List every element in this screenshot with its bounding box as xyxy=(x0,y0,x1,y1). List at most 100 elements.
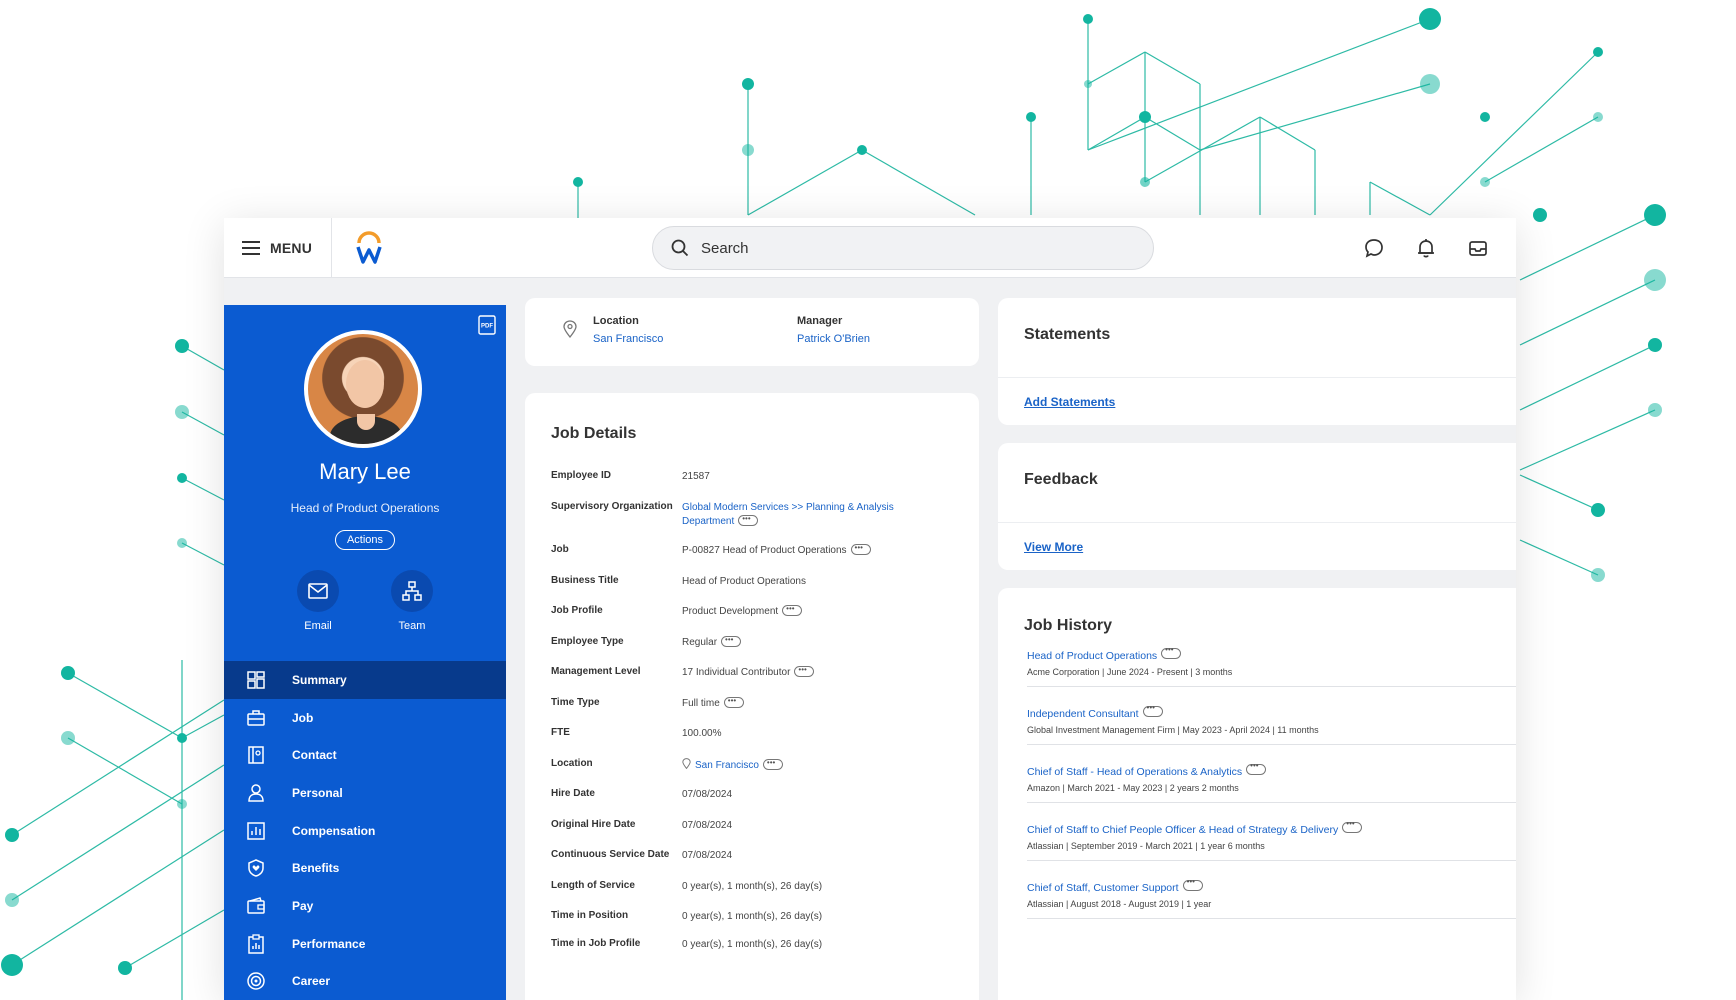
detail-key: FTE xyxy=(551,727,570,738)
detail-value: 07/08/2024 xyxy=(682,820,733,831)
detail-row-time-in-position: Time in Position 0 year(s), 1 month(s), … xyxy=(551,910,971,924)
location-pin-icon xyxy=(682,758,691,770)
related-actions-icon[interactable] xyxy=(1182,877,1203,892)
location-pin-icon xyxy=(563,320,577,338)
nav-label: Performance xyxy=(292,936,366,951)
briefcase-icon xyxy=(247,709,265,726)
nav-item-personal[interactable]: Personal xyxy=(224,774,506,812)
nav-label: Personal xyxy=(292,785,343,800)
detail-value: Full time xyxy=(682,698,720,709)
nav-label: Summary xyxy=(292,672,347,687)
history-item: Head of Product Operations Acme Corporat… xyxy=(1027,645,1507,677)
hamburger-icon xyxy=(242,241,260,255)
detail-row-original-hire-date: Original Hire Date 07/08/2024 xyxy=(551,819,971,833)
location-detail-link[interactable]: San Francisco xyxy=(695,760,759,771)
search-icon xyxy=(671,239,689,257)
nav-item-compensation[interactable]: Compensation xyxy=(224,812,506,850)
nav-item-pay[interactable]: Pay xyxy=(224,887,506,925)
detail-value: 07/08/2024 xyxy=(682,850,733,861)
detail-value: 21587 xyxy=(682,471,710,482)
view-more-link[interactable]: View More xyxy=(1024,540,1083,554)
nav-label: Pay xyxy=(292,898,314,913)
email-label: Email xyxy=(304,620,332,632)
related-actions-icon[interactable] xyxy=(1161,645,1182,660)
profile-nav: Summary Job Contact Personal Compensatio… xyxy=(224,661,506,1000)
related-actions-icon[interactable] xyxy=(782,602,803,616)
detail-row-time-type: Time Type Full time xyxy=(551,694,971,711)
related-actions-icon[interactable] xyxy=(723,694,744,708)
history-item: Chief of Staff - Head of Operations & An… xyxy=(1027,761,1507,793)
detail-row-hire-date: Hire Date 07/08/2024 xyxy=(551,788,971,802)
divider xyxy=(1027,686,1516,687)
detail-key: Hire Date xyxy=(551,788,595,799)
related-actions-icon[interactable] xyxy=(1342,819,1363,834)
nav-label: Career xyxy=(292,974,331,989)
history-title-link[interactable]: Chief of Staff, Customer Support xyxy=(1027,882,1179,894)
related-actions-icon[interactable] xyxy=(850,541,871,555)
history-title-link[interactable]: Head of Product Operations xyxy=(1027,650,1157,662)
detail-row-employee-type: Employee Type Regular xyxy=(551,633,971,650)
detail-row-fte: FTE 100.00% xyxy=(551,727,971,741)
chat-icon[interactable] xyxy=(1362,236,1386,260)
related-actions-icon[interactable] xyxy=(1246,761,1267,776)
divider xyxy=(1027,918,1516,919)
topbar-divider xyxy=(331,218,332,278)
supervisory-org-link[interactable]: Global Modern Services >> Planning & Ana… xyxy=(682,502,894,527)
svg-text:PDF: PDF xyxy=(481,324,493,330)
nav-item-job[interactable]: Job xyxy=(224,699,506,737)
team-label: Team xyxy=(398,620,426,632)
person-icon xyxy=(248,784,264,802)
team-quick-action[interactable]: Team xyxy=(377,570,447,632)
target-icon xyxy=(247,972,265,991)
search-placeholder: Search xyxy=(701,239,749,257)
profile-sidebar: PDF Mary Lee Head of Product Operations … xyxy=(224,305,506,1000)
detail-row-supervisory-org: Supervisory Organization Global Modern S… xyxy=(551,501,971,529)
nav-item-career[interactable]: Career xyxy=(224,963,506,1000)
email-quick-action[interactable]: Email xyxy=(283,570,353,632)
inbox-icon[interactable] xyxy=(1466,236,1490,260)
history-subtitle: Amazon | March 2021 - May 2023 | 2 years… xyxy=(1027,783,1239,793)
top-bar: MENU Search xyxy=(224,218,1516,278)
grid-icon xyxy=(247,671,265,689)
location-link[interactable]: San Francisco xyxy=(593,333,663,345)
add-statements-link[interactable]: Add Statements xyxy=(1024,395,1115,409)
nav-item-benefits[interactable]: Benefits xyxy=(224,849,506,887)
detail-key: Time in Job Profile xyxy=(551,938,641,949)
nav-item-contact[interactable]: Contact xyxy=(224,736,506,774)
related-actions-icon[interactable] xyxy=(1142,703,1163,718)
feedback-heading: Feedback xyxy=(1024,471,1098,488)
workday-logo-icon[interactable] xyxy=(354,231,384,265)
detail-key: Original Hire Date xyxy=(551,819,636,830)
statements-card: Statements Add Statements xyxy=(998,298,1516,425)
menu-button[interactable]: MENU xyxy=(242,236,312,260)
topbar-icons xyxy=(1362,236,1490,260)
actions-button[interactable]: Actions xyxy=(335,530,395,550)
history-title-link[interactable]: Independent Consultant xyxy=(1027,708,1139,720)
bar-chart-icon xyxy=(247,821,265,840)
related-actions-icon[interactable] xyxy=(762,756,783,770)
nav-item-performance[interactable]: Performance xyxy=(224,925,506,963)
history-subtitle: Acme Corporation | June 2024 - Present |… xyxy=(1027,667,1233,677)
detail-value: 07/08/2024 xyxy=(682,789,733,800)
pdf-export-icon[interactable]: PDF xyxy=(478,315,496,335)
detail-row-job-profile: Job Profile Product Development xyxy=(551,602,971,619)
contact-book-icon xyxy=(248,746,264,764)
detail-key: Job xyxy=(551,544,569,555)
manager-link[interactable]: Patrick O'Brien xyxy=(797,333,870,345)
history-item: Chief of Staff to Chief People Officer &… xyxy=(1027,819,1507,851)
location-field: Location San Francisco xyxy=(593,315,663,345)
clipboard-chart-icon xyxy=(248,934,264,954)
related-actions-icon[interactable] xyxy=(721,633,742,647)
job-history-card: Job History Head of Product Operations A… xyxy=(998,588,1516,1000)
bell-icon[interactable] xyxy=(1414,236,1438,260)
search-bar[interactable]: Search xyxy=(652,226,1154,270)
manager-label: Manager xyxy=(797,315,843,327)
history-title-link[interactable]: Chief of Staff to Chief People Officer &… xyxy=(1027,824,1338,836)
related-actions-icon[interactable] xyxy=(794,663,815,677)
detail-key: Management Level xyxy=(551,666,641,677)
related-actions-icon[interactable] xyxy=(738,512,759,526)
nav-item-summary[interactable]: Summary xyxy=(224,661,506,699)
history-subtitle: Atlassian | August 2018 - August 2019 | … xyxy=(1027,899,1212,909)
detail-value: 0 year(s), 1 month(s), 26 day(s) xyxy=(682,881,823,892)
history-title-link[interactable]: Chief of Staff - Head of Operations & An… xyxy=(1027,766,1242,778)
